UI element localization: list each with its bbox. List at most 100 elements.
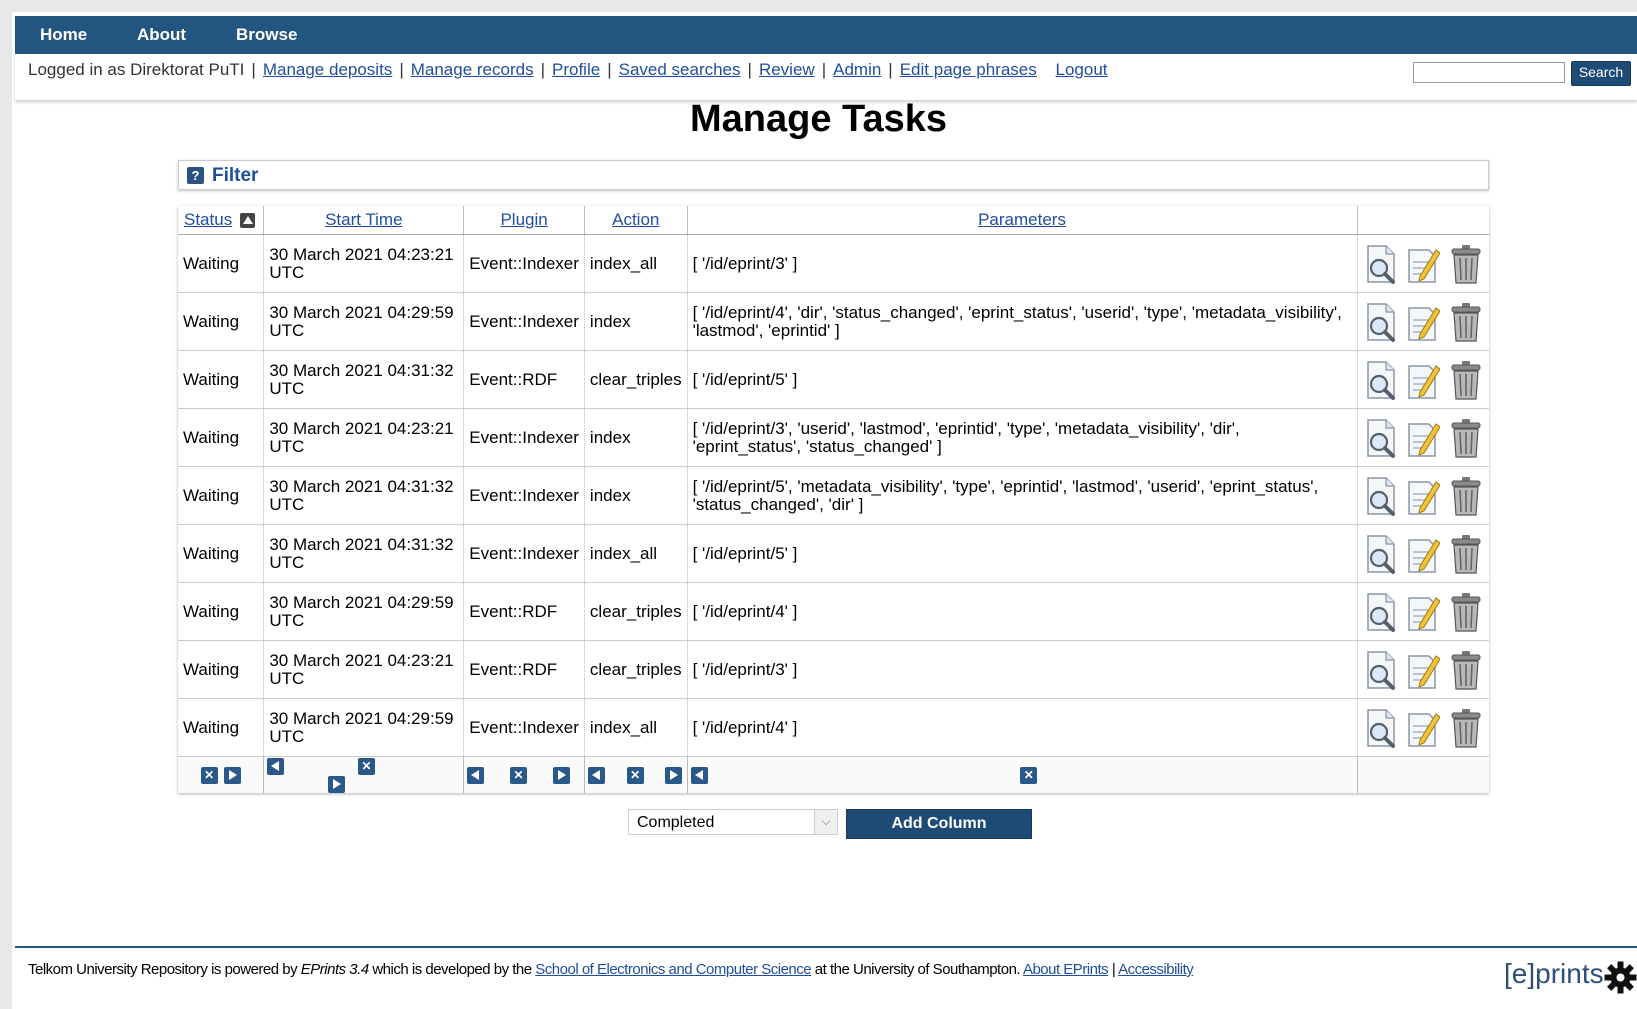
column-select[interactable]: Completed ⌵ xyxy=(628,809,838,835)
cell-start-time: 30 March 2021 04:23:21 UTC xyxy=(263,640,465,699)
edit-icon[interactable] xyxy=(1406,418,1441,458)
filter-label[interactable]: Filter xyxy=(212,165,258,187)
edit-icon[interactable] xyxy=(1406,592,1441,632)
view-icon[interactable] xyxy=(1364,418,1398,458)
link-logout[interactable]: Logout xyxy=(1056,60,1108,79)
nav-home[interactable]: Home xyxy=(40,16,87,54)
status-column-controls: ✕ xyxy=(178,756,265,794)
cell-action: index_all xyxy=(584,234,688,293)
cell-parameters: [ '/id/eprint/5', 'metadata_visibility',… xyxy=(687,466,1358,525)
link-profile[interactable]: Profile xyxy=(552,60,600,79)
edit-icon[interactable] xyxy=(1406,650,1441,690)
view-icon[interactable] xyxy=(1364,650,1398,690)
edit-icon[interactable] xyxy=(1406,476,1441,516)
move-right-icon[interactable] xyxy=(223,767,241,785)
edit-icon[interactable] xyxy=(1406,360,1441,400)
link-edit-page-phrases[interactable]: Edit page phrases xyxy=(900,60,1037,79)
remove-column-icon[interactable]: ✕ xyxy=(1020,767,1038,785)
remove-column-icon[interactable]: ✕ xyxy=(510,767,528,785)
move-right-icon[interactable] xyxy=(328,776,346,794)
remove-column-icon[interactable]: ✕ xyxy=(358,758,376,776)
start-date: 30 March 2021 04:29:59 xyxy=(269,708,454,728)
remove-column-icon[interactable]: ✕ xyxy=(200,767,218,785)
header-parameters-link[interactable]: Parameters xyxy=(978,210,1066,229)
search-input[interactable] xyxy=(1413,62,1565,83)
cell-status: Waiting xyxy=(178,698,265,757)
view-icon[interactable] xyxy=(1364,302,1398,342)
cell-start-time: 30 March 2021 04:29:59 UTC xyxy=(263,582,465,641)
start-date: 30 March 2021 04:31:32 xyxy=(269,534,454,554)
view-icon[interactable] xyxy=(1364,244,1398,284)
cell-status: Waiting xyxy=(178,234,265,293)
chevron-down-icon[interactable]: ⌵ xyxy=(814,810,837,834)
link-manage-deposits[interactable]: Manage deposits xyxy=(263,60,392,79)
footer-school-link[interactable]: School of Electronics and Computer Scien… xyxy=(535,961,811,978)
delete-icon[interactable] xyxy=(1449,592,1483,632)
delete-icon[interactable] xyxy=(1449,360,1483,400)
filter-box[interactable]: ? Filter xyxy=(178,160,1489,190)
key-tools-bar: Logged in as Direktorat PuTI | Manage depo… xyxy=(15,54,1637,100)
cell-plugin: Event::Indexer xyxy=(463,292,585,351)
column-select-value: Completed xyxy=(637,814,715,831)
cell-actions xyxy=(1357,466,1489,525)
nav-browse[interactable]: Browse xyxy=(236,16,297,54)
footer-accessibility-link[interactable]: Accessibility xyxy=(1118,961,1194,978)
cell-plugin: Event::Indexer xyxy=(463,524,585,583)
delete-icon[interactable] xyxy=(1449,650,1483,690)
cell-status: Waiting xyxy=(178,640,265,699)
nav-about[interactable]: About xyxy=(137,16,186,54)
edit-icon[interactable] xyxy=(1406,302,1441,342)
header-action[interactable]: Action xyxy=(584,206,688,235)
link-saved-searches[interactable]: Saved searches xyxy=(619,60,741,79)
move-right-icon[interactable] xyxy=(552,767,570,785)
cell-status: Waiting xyxy=(178,582,265,641)
footer-about-link[interactable]: About EPrints xyxy=(1023,961,1109,978)
table-row: Waiting 30 March 2021 04:29:59 UTC Event:… xyxy=(178,698,1489,757)
sort-ascending-icon[interactable] xyxy=(240,213,256,229)
delete-icon[interactable] xyxy=(1449,418,1483,458)
header-parameters[interactable]: Parameters xyxy=(687,206,1358,235)
eprints-logo-right: ]prints xyxy=(1527,958,1604,989)
cell-action: index_all xyxy=(584,524,688,583)
link-review[interactable]: Review xyxy=(759,60,815,79)
header-status[interactable]: Status xyxy=(178,206,265,235)
move-right-icon[interactable] xyxy=(665,767,683,785)
header-start-time[interactable]: Start Time xyxy=(263,206,465,235)
move-left-icon[interactable] xyxy=(690,767,708,785)
cell-parameters: [ '/id/eprint/5' ] xyxy=(687,524,1358,583)
remove-column-icon[interactable]: ✕ xyxy=(626,767,644,785)
delete-icon[interactable] xyxy=(1449,534,1483,574)
link-manage-records[interactable]: Manage records xyxy=(411,60,534,79)
view-icon[interactable] xyxy=(1364,534,1398,574)
search-button[interactable]: Search xyxy=(1571,61,1631,86)
delete-icon[interactable] xyxy=(1449,302,1483,342)
header-start-time-link[interactable]: Start Time xyxy=(325,210,402,229)
view-icon[interactable] xyxy=(1364,476,1398,516)
view-icon[interactable] xyxy=(1364,592,1398,632)
footer-divider xyxy=(15,946,1637,948)
move-left-icon[interactable] xyxy=(267,758,285,776)
eprints-logo[interactable]: [e]prints xyxy=(1504,958,1604,990)
cell-action: index xyxy=(584,408,688,467)
cell-parameters: [ '/id/eprint/4', 'dir', 'status_changed… xyxy=(687,292,1358,351)
delete-icon[interactable] xyxy=(1449,476,1483,516)
start-tz: UTC xyxy=(269,320,305,340)
cell-parameters: [ '/id/eprint/3' ] xyxy=(687,640,1358,699)
move-left-icon[interactable] xyxy=(587,767,605,785)
edit-icon[interactable] xyxy=(1406,534,1441,574)
header-action-link[interactable]: Action xyxy=(612,210,659,229)
header-plugin-link[interactable]: Plugin xyxy=(500,210,547,229)
edit-icon[interactable] xyxy=(1406,708,1441,748)
edit-icon[interactable] xyxy=(1406,244,1441,284)
add-column-button[interactable]: Add Column xyxy=(846,809,1032,839)
view-icon[interactable] xyxy=(1364,360,1398,400)
link-admin[interactable]: Admin xyxy=(833,60,881,79)
header-status-link[interactable]: Status xyxy=(184,210,232,229)
view-icon[interactable] xyxy=(1364,708,1398,748)
header-plugin[interactable]: Plugin xyxy=(463,206,585,235)
delete-icon[interactable] xyxy=(1449,708,1483,748)
cell-plugin: Event::Indexer xyxy=(463,466,585,525)
delete-icon[interactable] xyxy=(1449,244,1483,284)
move-left-icon[interactable] xyxy=(467,767,485,785)
gear-icon[interactable] xyxy=(1604,961,1637,994)
